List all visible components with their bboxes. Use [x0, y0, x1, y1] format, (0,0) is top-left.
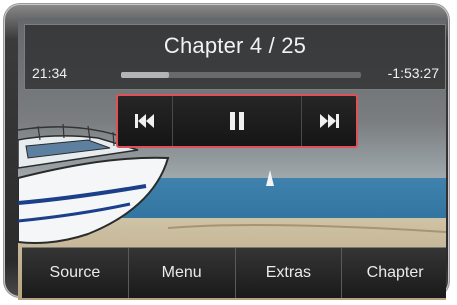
- elapsed-time: 21:34: [32, 65, 68, 81]
- menu-button[interactable]: Menu: [129, 248, 236, 298]
- pause-button[interactable]: [172, 96, 301, 146]
- player-screen: Chapter 4 / 25 21:34 -1:53:27 Source Men…: [18, 18, 446, 300]
- skip-previous-icon: [135, 114, 154, 128]
- pause-icon: [230, 112, 244, 130]
- progress-fill: [121, 72, 169, 78]
- remaining-time: -1:53:27: [387, 65, 439, 81]
- source-button[interactable]: Source: [22, 248, 129, 298]
- extras-button[interactable]: Extras: [236, 248, 343, 298]
- next-chapter-button[interactable]: [301, 96, 356, 146]
- playback-info-panel: Chapter 4 / 25 21:34 -1:53:27: [24, 24, 446, 90]
- previous-chapter-button[interactable]: [118, 96, 172, 146]
- chapter-title: Chapter 4 / 25: [163, 33, 307, 58]
- bottom-menu-bar: Source Menu Extras Chapter: [22, 247, 446, 298]
- transport-controls: [116, 94, 358, 148]
- progress-bar[interactable]: [121, 72, 361, 78]
- chapter-button[interactable]: Chapter: [342, 248, 446, 298]
- skip-next-icon: [320, 114, 339, 128]
